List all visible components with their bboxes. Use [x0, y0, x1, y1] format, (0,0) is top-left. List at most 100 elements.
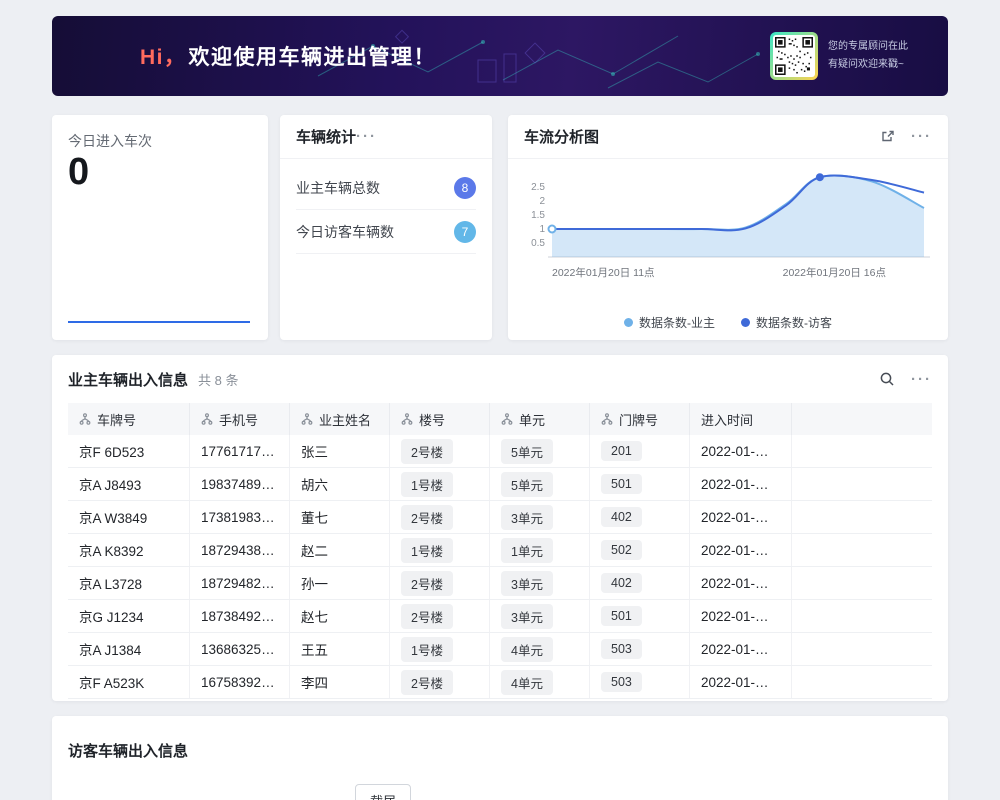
owner-card-title: 业主车辆出入信息: [68, 369, 188, 390]
table-cell: 16758392…: [190, 666, 290, 698]
owner-table-body: 京F 6D52317761717…张三2号楼5单元2012022-01-… 京A …: [68, 435, 932, 699]
record-count: 共 8 条: [198, 370, 238, 389]
table-row[interactable]: 京A J138413686325…王五1号楼4单元5032022-01-…: [68, 633, 932, 666]
column-header-plate[interactable]: 车牌号: [68, 403, 190, 435]
table-cell: 503: [590, 633, 690, 665]
tag-pill: 3单元: [501, 604, 553, 629]
table-cell-filler: [792, 534, 932, 566]
more-icon[interactable]: ···: [356, 129, 377, 144]
table-cell: 孙一: [290, 567, 390, 599]
table-row[interactable]: 京A L372818729482…孙一2号楼3单元4022022-01-…: [68, 567, 932, 600]
today-entries-card: 今日进入车次 0: [52, 115, 268, 340]
table-cell: 503: [590, 666, 690, 698]
table-cell: 2号楼: [390, 666, 490, 698]
field-type-icon: [301, 413, 313, 425]
qr-code: [770, 32, 818, 80]
table-cell: 1号楼: [390, 468, 490, 500]
table-cell: 2022-01-…: [690, 567, 792, 599]
legend-label: 数据条数-访客: [756, 314, 832, 331]
table-cell: 2022-01-…: [690, 600, 792, 632]
tag-pill: 1号楼: [401, 538, 453, 563]
table-row[interactable]: 京F A523K16758392…李四2号楼4单元5032022-01-…: [68, 666, 932, 699]
tag-pill: 4单元: [501, 670, 553, 695]
table-cell: 402: [590, 567, 690, 599]
more-icon[interactable]: ···: [911, 129, 932, 144]
tag-pill: 2号楼: [401, 670, 453, 695]
visitor-vehicle-card: 访客车辆出入信息 载居: [52, 716, 948, 800]
stat-row-owners: 业主车辆总数 8: [296, 166, 476, 210]
column-header-door[interactable]: 门牌号: [590, 403, 690, 435]
table-row[interactable]: 京G J123418738492…赵七2号楼3单元5012022-01-…: [68, 600, 932, 633]
tag-pill: 4单元: [501, 637, 553, 662]
visitor-action-button[interactable]: 载居: [355, 784, 411, 800]
table-cell: 2022-01-…: [690, 666, 792, 698]
tag-pill: 1号楼: [401, 637, 453, 662]
table-row[interactable]: 京A K839218729438…赵二1号楼1单元5022022-01-…: [68, 534, 932, 567]
table-row[interactable]: 京A J849319837489…胡六1号楼5单元5012022-01-…: [68, 468, 932, 501]
table-cell: 赵七: [290, 600, 390, 632]
table-row[interactable]: 京F 6D52317761717…张三2号楼5单元2012022-01-…: [68, 435, 932, 468]
field-type-icon: [601, 413, 613, 425]
banner-greeting: Hi，欢迎使用车辆进出管理！: [140, 41, 436, 71]
table-cell: 501: [590, 600, 690, 632]
svg-text:2.5: 2.5: [531, 182, 545, 193]
table-cell: 2022-01-…: [690, 633, 792, 665]
table-cell: 502: [590, 534, 690, 566]
tag-pill: 3单元: [501, 571, 553, 596]
table-cell: 2022-01-…: [690, 435, 792, 467]
column-header-building[interactable]: 楼号: [390, 403, 490, 435]
table-cell: 2号楼: [390, 600, 490, 632]
visitor-card-title: 访客车辆出入信息: [68, 740, 188, 761]
column-header-owner-name[interactable]: 业主姓名: [290, 403, 390, 435]
tag-pill: 503: [601, 672, 642, 692]
export-icon[interactable]: [880, 129, 895, 144]
table-cell: 18738492…: [190, 600, 290, 632]
tag-pill: 5单元: [501, 439, 553, 464]
legend-label: 数据条数-业主: [639, 314, 715, 331]
table-cell: 5单元: [490, 468, 590, 500]
column-label: 单元: [519, 410, 545, 429]
vehicle-stats-header: 车辆统计 ···: [280, 115, 492, 159]
field-type-icon: [501, 413, 513, 425]
column-header-filler: [792, 403, 932, 435]
chart-card-header: 车流分析图 ···: [508, 115, 948, 159]
tag-pill: 402: [601, 507, 642, 527]
column-header-unit[interactable]: 单元: [490, 403, 590, 435]
owner-vehicle-card: 业主车辆出入信息 共 8 条 ··· 车牌号 手机号: [52, 355, 948, 701]
tag-pill: 402: [601, 573, 642, 593]
table-cell-filler: [792, 666, 932, 698]
stat-label: 业主车辆总数: [296, 178, 380, 198]
legend-item[interactable]: 数据条数-访客: [741, 314, 832, 331]
qr-area: 您的专属顾问在此 有疑问欢迎来戳~: [770, 32, 908, 80]
search-icon[interactable]: [879, 371, 895, 387]
table-row[interactable]: 京A W384917381983…董七2号楼3单元4022022-01-…: [68, 501, 932, 534]
svg-text:0.5: 0.5: [531, 238, 545, 249]
table-cell: 胡六: [290, 468, 390, 500]
stat-row-visitors: 今日访客车辆数 7: [296, 210, 476, 254]
legend-item[interactable]: 数据条数-业主: [624, 314, 715, 331]
welcome-banner: Hi，欢迎使用车辆进出管理！: [52, 16, 948, 96]
more-icon[interactable]: ···: [911, 372, 932, 387]
table-cell: 京A W3849: [68, 501, 190, 533]
column-header-entry-time[interactable]: 进入时间: [690, 403, 792, 435]
svg-text:2022年01月20日 11点: 2022年01月20日 11点: [552, 266, 655, 279]
owner-table: 车牌号 手机号 业主姓名 楼号 单元: [68, 403, 932, 699]
qr-caption-line2: 有疑问欢迎来戳~: [828, 56, 908, 74]
qr-caption-line1: 您的专属顾问在此: [828, 38, 908, 56]
field-type-icon: [401, 413, 413, 425]
sparkline-baseline: [68, 321, 250, 323]
table-cell: 京A J1384: [68, 633, 190, 665]
column-label: 楼号: [419, 410, 445, 429]
tag-pill: 1号楼: [401, 472, 453, 497]
owner-card-header: 业主车辆出入信息 共 8 条 ···: [52, 355, 948, 403]
table-cell: 3单元: [490, 600, 590, 632]
table-cell: 3单元: [490, 567, 590, 599]
table-cell: 2022-01-…: [690, 501, 792, 533]
table-cell: 赵二: [290, 534, 390, 566]
column-label: 业主姓名: [319, 410, 371, 429]
tag-pill: 501: [601, 474, 642, 494]
today-entries-title: 今日进入车次: [68, 131, 152, 151]
table-cell: 京F A523K: [68, 666, 190, 698]
svg-text:1.5: 1.5: [531, 210, 545, 221]
column-header-phone[interactable]: 手机号: [190, 403, 290, 435]
